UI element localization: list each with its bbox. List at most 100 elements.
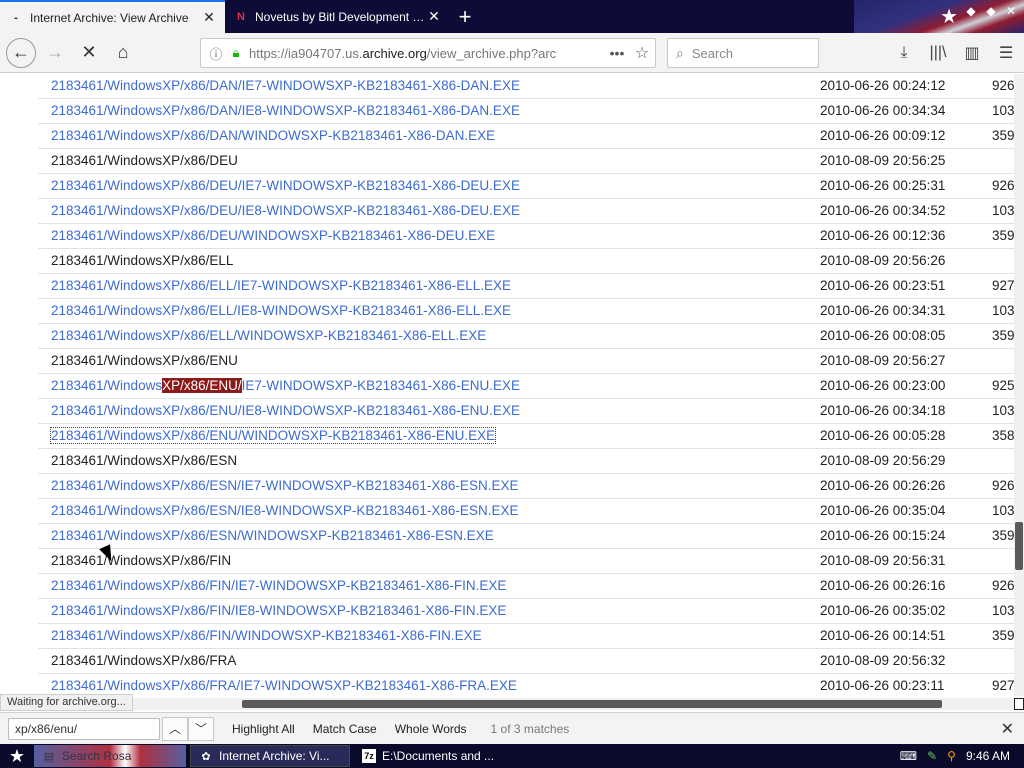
file-link[interactable]: 2183461/WindowsXP/x86/DAN/IE7-WINDOWSXP-… bbox=[51, 78, 520, 93]
taskbar-item-browser[interactable]: ✿ Internet Archive: Vi... bbox=[190, 745, 350, 767]
modified-date: 2010-08-09 20:56:29 bbox=[820, 453, 946, 468]
system-tray: ⌨ ✎ ⚲ 9:46 AM bbox=[900, 744, 1024, 768]
file-link[interactable]: 2183461/WindowsXP/x86/ENU/IE8-WINDOWSXP-… bbox=[51, 403, 520, 418]
file-size: 1036 bbox=[992, 203, 1014, 218]
file-link[interactable]: 2183461/WindowsXP/x86/ENU/IE7-WINDOWSXP-… bbox=[51, 378, 520, 393]
window-controls: ◆ ◆ ✕ bbox=[964, 4, 1018, 18]
file-link[interactable]: 2183461/WindowsXP/x86/DEU/IE7-WINDOWSXP-… bbox=[51, 178, 520, 193]
table-row: 2183461/WindowsXP/x86/FIN/IE8-WINDOWSXP-… bbox=[38, 599, 1014, 624]
file-link[interactable]: 2183461/WindowsXP/x86/ELL/WINDOWSXP-KB21… bbox=[51, 328, 486, 343]
vertical-scroll-thumb[interactable] bbox=[1015, 522, 1023, 570]
modified-date: 2010-06-26 00:34:18 bbox=[820, 403, 946, 418]
tab-novetus[interactable]: N Novetus by Bitl Development Stud ✕ bbox=[225, 0, 450, 33]
keyboard-icon[interactable]: ⌨ bbox=[900, 749, 917, 763]
table-row: 2183461/WindowsXP/x86/ELL/IE7-WINDOWSXP-… bbox=[38, 274, 1014, 299]
close-window-icon[interactable]: ✕ bbox=[1004, 4, 1018, 18]
modified-date: 2010-06-26 00:34:52 bbox=[820, 203, 946, 218]
search-icon: ⌕ bbox=[676, 44, 684, 61]
new-tab-button[interactable]: + bbox=[450, 0, 480, 33]
folder-name: 2183461/WindowsXP/x86/FRA bbox=[51, 653, 237, 668]
url-text[interactable]: https://ia904707.us.archive.org/view_arc… bbox=[245, 46, 605, 61]
file-link[interactable]: 2183461/WindowsXP/x86/ESN/WINDOWSXP-KB21… bbox=[51, 528, 494, 543]
forward-button[interactable]: → bbox=[40, 38, 70, 68]
chevron-down-icon: ﹀ bbox=[194, 722, 207, 736]
file-link[interactable]: 2183461/WindowsXP/x86/DEU/IE8-WINDOWSXP-… bbox=[51, 203, 520, 218]
file-size: 1035 bbox=[992, 603, 1014, 618]
minimize-icon[interactable]: ◆ bbox=[964, 4, 978, 18]
table-row: 2183461/WindowsXP/x86/FIN 2010-08-09 20:5… bbox=[38, 549, 1014, 574]
file-link[interactable]: 2183461/WindowsXP/x86/DAN/IE8-WINDOWSXP-… bbox=[51, 103, 520, 118]
horizontal-scrollbar[interactable] bbox=[0, 698, 1014, 710]
modified-date: 2010-08-09 20:56:26 bbox=[820, 253, 946, 268]
tab-internet-archive[interactable]: - Internet Archive: View Archive ✕ bbox=[0, 0, 225, 33]
file-link[interactable]: 2183461/WindowsXP/x86/FIN/WINDOWSXP-KB21… bbox=[51, 628, 482, 643]
match-case-toggle[interactable]: Match Case bbox=[313, 722, 377, 736]
find-previous-button[interactable]: ︿ bbox=[162, 716, 188, 741]
modified-date: 2010-06-26 00:09:12 bbox=[820, 128, 946, 143]
library-icon[interactable]: |||\ bbox=[926, 38, 950, 68]
url-bar[interactable]: ⓘ 🔒︎ https://ia904707.us.archive.org/vie… bbox=[200, 38, 656, 68]
file-link[interactable]: 2183461/WindowsXP/x86/ELL/IE8-WINDOWSXP-… bbox=[51, 303, 511, 318]
maximize-icon[interactable]: ◆ bbox=[984, 4, 998, 18]
7zip-icon: 7z bbox=[362, 749, 376, 763]
file-link[interactable]: 2183461/WindowsXP/x86/ESN/IE7-WINDOWSXP-… bbox=[51, 478, 518, 493]
table-row: 2183461/WindowsXP/x86/DAN/IE8-WINDOWSXP-… bbox=[38, 99, 1014, 124]
menu-icon[interactable]: ☰ bbox=[994, 38, 1018, 68]
search-input[interactable]: ⌕ Search bbox=[667, 38, 819, 68]
search-tray-icon[interactable]: ⚲ bbox=[947, 749, 956, 763]
highlight-all-toggle[interactable]: Highlight All bbox=[232, 722, 295, 736]
file-size: 927 bbox=[992, 678, 1014, 693]
horizontal-scroll-thumb[interactable] bbox=[242, 700, 942, 708]
find-input[interactable]: xp/x86/enu/ bbox=[8, 717, 160, 740]
vertical-scrollbar[interactable] bbox=[1014, 74, 1024, 696]
close-tab-icon[interactable]: ✕ bbox=[426, 8, 442, 25]
modified-date: 2010-06-26 00:15:24 bbox=[820, 528, 946, 543]
info-icon[interactable]: ⓘ bbox=[205, 44, 227, 63]
find-next-button[interactable]: ﹀ bbox=[188, 716, 214, 741]
lock-icon[interactable]: 🔒︎ bbox=[227, 45, 245, 61]
file-link[interactable]: 2183461/WindowsXP/x86/ENU/WINDOWSXP-KB21… bbox=[49, 427, 497, 444]
modified-date: 2010-06-26 00:08:05 bbox=[820, 328, 946, 343]
table-row: 2183461/WindowsXP/x86/FIN/WINDOWSXP-KB21… bbox=[38, 624, 1014, 649]
clock[interactable]: 9:46 AM bbox=[966, 749, 1010, 763]
table-row: 2183461/WindowsXP/x86/DAN/IE7-WINDOWSXP-… bbox=[38, 74, 1014, 99]
file-link[interactable]: 2183461/WindowsXP/x86/FIN/IE8-WINDOWSXP-… bbox=[51, 603, 506, 618]
file-link[interactable]: 2183461/WindowsXP/x86/ELL/IE7-WINDOWSXP-… bbox=[51, 278, 511, 293]
status-text: Waiting for archive.org... bbox=[0, 694, 133, 711]
taskbar-item-label: Internet Archive: Vi... bbox=[219, 749, 330, 763]
modified-date: 2010-08-09 20:56:32 bbox=[820, 653, 946, 668]
modified-date: 2010-06-26 00:14:51 bbox=[820, 628, 946, 643]
table-row: 2183461/WindowsXP/x86/DEU/IE8-WINDOWSXP-… bbox=[38, 199, 1014, 224]
start-button[interactable]: ★ bbox=[0, 744, 34, 768]
file-link-text: 2183461/Windows bbox=[51, 378, 163, 393]
page-actions-icon[interactable]: ••• bbox=[605, 45, 629, 61]
file-link[interactable]: 2183461/WindowsXP/x86/DAN/WINDOWSXP-KB21… bbox=[51, 128, 495, 143]
taskbar-item-7zip[interactable]: 7z E:\Documents and ... bbox=[354, 745, 554, 767]
sidebar-icon[interactable]: ▥ bbox=[960, 38, 984, 68]
close-find-bar-icon[interactable]: ✕ bbox=[1001, 719, 1014, 739]
file-link[interactable]: 2183461/WindowsXP/x86/FRA/IE7-WINDOWSXP-… bbox=[51, 678, 517, 693]
home-button[interactable]: ⌂ bbox=[108, 38, 138, 68]
table-row: 2183461/WindowsXP/x86/FRA/IE7-WINDOWSXP-… bbox=[38, 674, 1014, 696]
stop-button[interactable]: ✕ bbox=[74, 38, 104, 68]
taskbar-item-search[interactable]: ▤ Search Rosa bbox=[34, 745, 186, 767]
search-placeholder: Search bbox=[691, 45, 734, 61]
file-link[interactable]: 2183461/WindowsXP/x86/ESN/IE8-WINDOWSXP-… bbox=[51, 503, 518, 518]
folder-name: 2183461/WindowsXP/x86/DEU bbox=[51, 153, 238, 168]
close-tab-icon[interactable]: ✕ bbox=[201, 9, 217, 26]
file-size: 359 bbox=[992, 528, 1014, 543]
back-button[interactable]: ← bbox=[6, 37, 36, 68]
table-row: 2183461/WindowsXP/x86/DAN/WINDOWSXP-KB21… bbox=[38, 124, 1014, 149]
find-bar: xp/x86/enu/ ︿ ﹀ Highlight All Match Case… bbox=[0, 712, 1024, 744]
table-row: 2183461/WindowsXP/x86/ENU/WINDOWSXP-KB21… bbox=[38, 424, 1014, 449]
bookmark-star-icon[interactable]: ☆ bbox=[629, 43, 655, 63]
whole-words-toggle[interactable]: Whole Words bbox=[395, 722, 467, 736]
network-icon[interactable]: ✎ bbox=[927, 749, 937, 763]
file-size: 1035 bbox=[992, 103, 1014, 118]
file-link[interactable]: 2183461/WindowsXP/x86/FIN/IE7-WINDOWSXP-… bbox=[51, 578, 506, 593]
table-row: 2183461/WindowsXP/x86/ELL 2010-08-09 20:5… bbox=[38, 249, 1014, 274]
file-link[interactable]: 2183461/WindowsXP/x86/DEU/WINDOWSXP-KB21… bbox=[51, 228, 495, 243]
download-icon[interactable]: ⤓ bbox=[892, 38, 916, 68]
search-icon: ▤ bbox=[43, 750, 55, 763]
folder-name: 2183461/WindowsXP/x86/ESN bbox=[51, 453, 238, 468]
